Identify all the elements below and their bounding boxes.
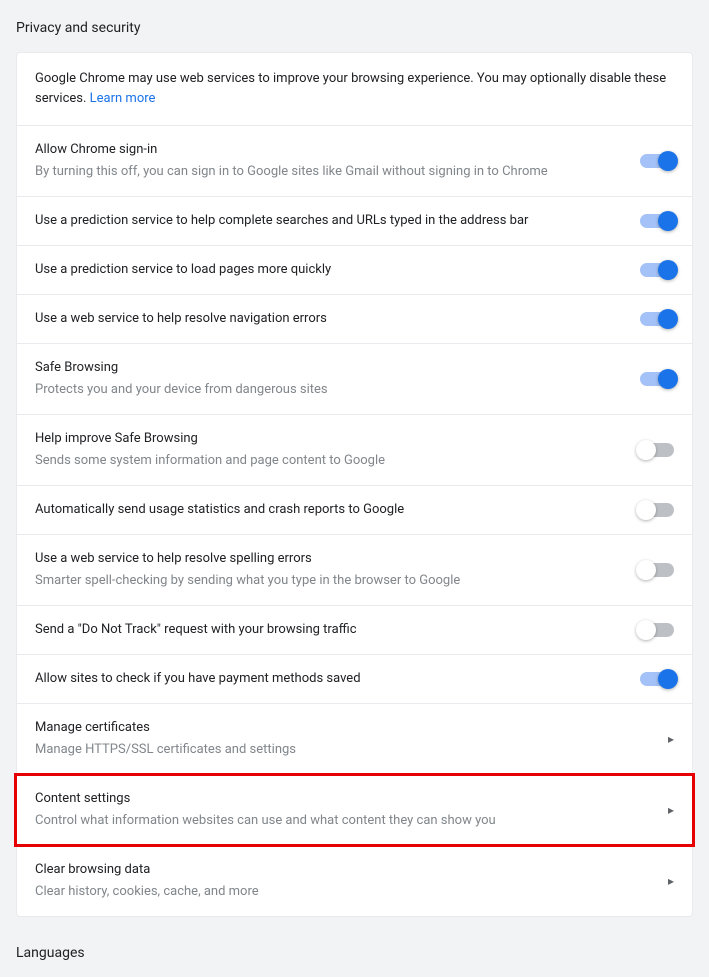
chevron-right-icon: ▸ <box>668 732 674 746</box>
toggle-knob <box>658 260 678 280</box>
toggle-allow-sites-to-check-if-you-have-payment[interactable] <box>640 672 674 686</box>
toggle-use-a-web-service-to-help-resolve-spelli[interactable] <box>640 563 674 577</box>
row-manage-certificates[interactable]: Manage certificatesManage HTTPS/SSL cert… <box>17 703 692 774</box>
row-label: Send a "Do Not Track" request with your … <box>35 620 624 640</box>
row-label: Use a web service to help resolve naviga… <box>35 309 624 329</box>
toggle-use-a-prediction-service-to-load-pages-m[interactable] <box>640 263 674 277</box>
row-allow-chrome-sign-in: Allow Chrome sign-inBy turning this off,… <box>17 125 692 196</box>
row-subtext: Control what information websites can us… <box>35 811 652 831</box>
section-title-languages: Languages <box>0 941 709 977</box>
chevron-right-icon: ▸ <box>668 874 674 888</box>
row-text: Content settingsControl what information… <box>35 789 668 831</box>
row-label: Clear browsing data <box>35 860 652 880</box>
toggle-automatically-send-usage-statistics-and-[interactable] <box>640 503 674 517</box>
row-use-a-web-service-to-help-resolve-spelli: Use a web service to help resolve spelli… <box>17 534 692 605</box>
row-subtext: Protects you and your device from danger… <box>35 380 624 400</box>
row-label: Automatically send usage statistics and … <box>35 500 624 520</box>
privacy-card: Google Chrome may use web services to im… <box>16 52 693 917</box>
toggle-knob <box>658 151 678 171</box>
row-text: Use a prediction service to help complet… <box>35 211 640 231</box>
row-automatically-send-usage-statistics-and-: Automatically send usage statistics and … <box>17 485 692 534</box>
toggle-send-a-do-not-track-request-with-your-br[interactable] <box>640 623 674 637</box>
toggle-use-a-prediction-service-to-help-complet[interactable] <box>640 214 674 228</box>
row-label: Use a prediction service to load pages m… <box>35 260 624 280</box>
row-label: Content settings <box>35 789 652 809</box>
toggle-use-a-web-service-to-help-resolve-naviga[interactable] <box>640 312 674 326</box>
row-help-improve-safe-browsing: Help improve Safe BrowsingSends some sys… <box>17 414 692 485</box>
row-text: Use a web service to help resolve spelli… <box>35 549 640 591</box>
row-subtext: By turning this off, you can sign in to … <box>35 162 624 182</box>
toggle-knob <box>658 369 678 389</box>
row-send-a-do-not-track-request-with-your-br: Send a "Do Not Track" request with your … <box>17 605 692 654</box>
row-label: Manage certificates <box>35 718 652 738</box>
row-label: Use a web service to help resolve spelli… <box>35 549 624 569</box>
row-text: Automatically send usage statistics and … <box>35 500 640 520</box>
toggle-knob <box>658 309 678 329</box>
toggle-help-improve-safe-browsing[interactable] <box>640 443 674 457</box>
row-content-settings[interactable]: Content settingsControl what information… <box>17 774 692 845</box>
toggle-knob <box>636 500 656 520</box>
row-label: Help improve Safe Browsing <box>35 429 624 449</box>
row-label: Safe Browsing <box>35 358 624 378</box>
row-text: Help improve Safe BrowsingSends some sys… <box>35 429 640 471</box>
toggle-allow-chrome-sign-in[interactable] <box>640 154 674 168</box>
toggle-knob <box>636 560 656 580</box>
row-clear-browsing-data[interactable]: Clear browsing dataClear history, cookie… <box>17 845 692 916</box>
row-subtext: Smarter spell-checking by sending what y… <box>35 571 624 591</box>
row-text: Use a web service to help resolve naviga… <box>35 309 640 329</box>
row-text: Send a "Do Not Track" request with your … <box>35 620 640 640</box>
row-subtext: Manage HTTPS/SSL certificates and settin… <box>35 740 652 760</box>
row-label: Allow Chrome sign-in <box>35 140 624 160</box>
row-subtext: Clear history, cookies, cache, and more <box>35 882 652 902</box>
row-text: Allow sites to check if you have payment… <box>35 669 640 689</box>
toggle-knob <box>636 440 656 460</box>
toggle-knob <box>658 211 678 231</box>
row-label: Allow sites to check if you have payment… <box>35 669 624 689</box>
info-banner: Google Chrome may use web services to im… <box>17 53 692 125</box>
row-use-a-prediction-service-to-load-pages-m: Use a prediction service to load pages m… <box>17 245 692 294</box>
row-text: Allow Chrome sign-inBy turning this off,… <box>35 140 640 182</box>
row-allow-sites-to-check-if-you-have-payment: Allow sites to check if you have payment… <box>17 654 692 703</box>
toggle-knob <box>636 620 656 640</box>
toggle-safe-browsing[interactable] <box>640 372 674 386</box>
row-text: Safe BrowsingProtects you and your devic… <box>35 358 640 400</box>
chevron-right-icon: ▸ <box>668 803 674 817</box>
row-subtext: Sends some system information and page c… <box>35 451 624 471</box>
row-text: Manage certificatesManage HTTPS/SSL cert… <box>35 718 668 760</box>
row-use-a-web-service-to-help-resolve-naviga: Use a web service to help resolve naviga… <box>17 294 692 343</box>
section-title-privacy: Privacy and security <box>0 0 709 52</box>
learn-more-link[interactable]: Learn more <box>90 91 156 106</box>
row-use-a-prediction-service-to-help-complet: Use a prediction service to help complet… <box>17 196 692 245</box>
row-label: Use a prediction service to help complet… <box>35 211 624 231</box>
row-text: Use a prediction service to load pages m… <box>35 260 640 280</box>
row-safe-browsing: Safe BrowsingProtects you and your devic… <box>17 343 692 414</box>
row-text: Clear browsing dataClear history, cookie… <box>35 860 668 902</box>
toggle-knob <box>658 669 678 689</box>
